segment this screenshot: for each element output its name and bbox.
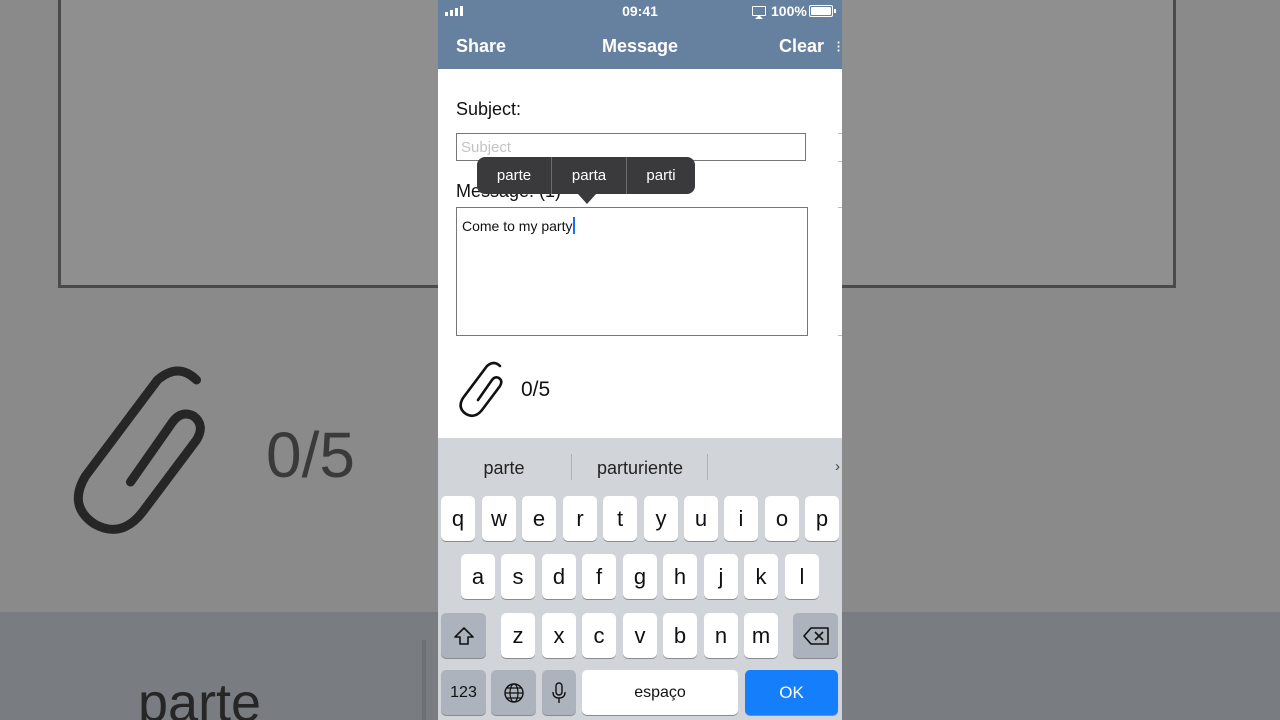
numbers-key[interactable]: 123 [441, 670, 486, 715]
key-s[interactable]: s [501, 554, 535, 599]
key-k[interactable]: k [744, 554, 778, 599]
key-v[interactable]: v [623, 613, 657, 658]
key-d[interactable]: d [542, 554, 576, 599]
key-e[interactable]: e [522, 496, 556, 541]
key-u[interactable]: u [684, 496, 718, 541]
autocorrect-popup: parte parta parti [477, 157, 695, 194]
keyboard: parte parturiente › q w e r t y u i o p … [438, 438, 842, 720]
key-t[interactable]: t [603, 496, 637, 541]
key-w[interactable]: w [482, 496, 516, 541]
autocorrect-option[interactable]: parte [477, 157, 552, 194]
dictation-key[interactable] [542, 670, 576, 715]
autocorrect-option[interactable]: parti [627, 157, 695, 194]
shift-arrow-icon [453, 626, 474, 645]
globe-key[interactable] [491, 670, 536, 715]
clear-button[interactable]: Clear [779, 36, 824, 57]
key-m[interactable]: m [744, 613, 778, 658]
key-q[interactable]: q [441, 496, 475, 541]
key-l[interactable]: l [785, 554, 819, 599]
key-c[interactable]: c [582, 613, 616, 658]
navigation-bar: Share Message Clear ⁝ [438, 22, 842, 69]
keyboard-suggestion[interactable]: parte [458, 458, 550, 479]
key-j[interactable]: j [704, 554, 738, 599]
phone-screen: 09:41 100% Share Message Clear ⁝ Subject… [438, 0, 842, 720]
battery-percentage: 100% [771, 3, 807, 19]
key-f[interactable]: f [582, 554, 616, 599]
status-bar: 09:41 100% [438, 0, 842, 22]
key-r[interactable]: r [563, 496, 597, 541]
background-suggestion-word: parte [138, 673, 262, 720]
key-n[interactable]: n [704, 613, 738, 658]
key-g[interactable]: g [623, 554, 657, 599]
background-attachment-count: 0/5 [266, 419, 355, 491]
screen-mirroring-icon [752, 6, 766, 19]
attachment-count: 0/5 [521, 378, 551, 401]
suggestion-more-icon[interactable]: › [835, 458, 840, 475]
autocorrect-popup-arrow [578, 194, 596, 204]
key-o[interactable]: o [765, 496, 799, 541]
keyboard-suggestion-bar: parte parturiente › [438, 438, 842, 496]
key-b[interactable]: b [663, 613, 697, 658]
delete-key[interactable] [793, 613, 838, 658]
background-paperclip-icon [73, 366, 205, 534]
key-y[interactable]: y [644, 496, 678, 541]
key-h[interactable]: h [663, 554, 697, 599]
autocorrect-option[interactable]: parta [552, 157, 627, 194]
battery-icon [809, 5, 836, 17]
space-key[interactable]: espaço [582, 670, 738, 715]
globe-icon [503, 682, 524, 703]
backspace-icon [802, 626, 829, 645]
shift-key[interactable] [441, 613, 486, 658]
paperclip-icon[interactable] [454, 358, 512, 418]
keyboard-suggestion[interactable]: parturiente [578, 458, 702, 479]
key-p[interactable]: p [805, 496, 839, 541]
more-icon[interactable]: ⁝ [836, 37, 841, 57]
message-text: Come to my party [462, 218, 573, 234]
return-key[interactable]: OK [745, 670, 838, 715]
text-caret [573, 217, 576, 234]
key-a[interactable]: a [461, 554, 495, 599]
message-input[interactable]: Come to my party [456, 207, 808, 336]
key-z[interactable]: z [501, 613, 535, 658]
key-i[interactable]: i [724, 496, 758, 541]
key-x[interactable]: x [542, 613, 576, 658]
microphone-icon [552, 681, 566, 703]
subject-label: Subject: [456, 99, 522, 119]
